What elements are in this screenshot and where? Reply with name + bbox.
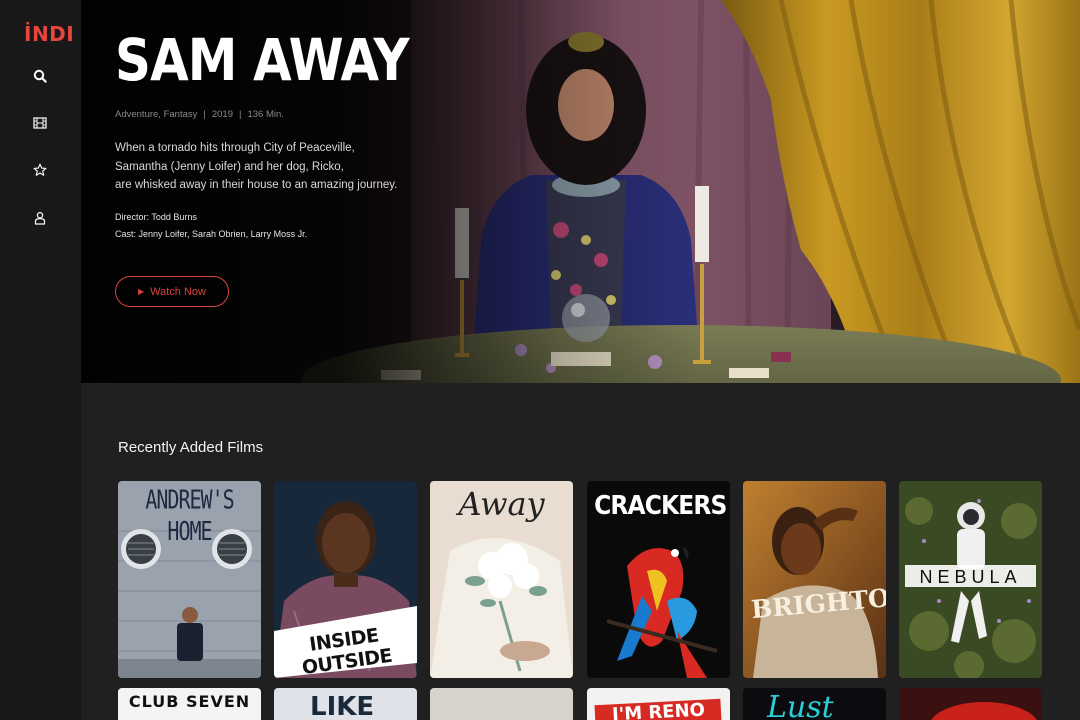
film-card[interactable]: LIKE bbox=[274, 688, 417, 720]
movie-genre: Adventure, Fantasy bbox=[115, 109, 198, 120]
meta-separator: | bbox=[239, 109, 242, 120]
film-card[interactable]: I'M RENO bbox=[587, 688, 730, 720]
film-card[interactable]: Away bbox=[430, 481, 573, 678]
sidebar: İNDI bbox=[0, 0, 81, 720]
film-card[interactable]: BRIGHTON bbox=[743, 481, 886, 678]
app-root: İNDI SAM AWAY Adventure, Fantasy | 2019 … bbox=[0, 0, 1080, 720]
synopsis-line: Samantha (Jenny Loifer) and her dog, Ric… bbox=[115, 160, 344, 173]
film-card[interactable]: INSIDE OUTSIDE bbox=[274, 481, 417, 678]
film-title: Lust bbox=[767, 690, 834, 720]
play-icon: ▶ bbox=[138, 287, 145, 296]
film-card[interactable] bbox=[430, 688, 573, 720]
film-title: NEBULA bbox=[919, 567, 1022, 587]
synopsis-line: When a tornado hits through City of Peac… bbox=[115, 142, 355, 154]
search-icon[interactable] bbox=[30, 66, 50, 86]
film-card[interactable]: CRACKERS bbox=[587, 481, 730, 678]
film-title: LIKE bbox=[310, 692, 375, 720]
synopsis-line: are whisked away in their house to an am… bbox=[115, 179, 398, 191]
film-card[interactable]: CLUB SEVEN bbox=[118, 688, 261, 720]
movie-cast: Cast: Jenny Loifer, Sarah Obrien, Larry … bbox=[115, 229, 308, 239]
film-title: ANDREW'S HOME bbox=[145, 484, 234, 547]
film-icon[interactable] bbox=[30, 113, 50, 133]
watch-now-button[interactable]: ▶ Watch Now bbox=[115, 276, 229, 307]
film-card[interactable]: NEBULA bbox=[899, 481, 1042, 678]
movie-synopsis: When a tornado hits through City of Peac… bbox=[115, 139, 435, 195]
film-title: CLUB SEVEN bbox=[128, 692, 251, 711]
watch-now-label: Watch Now bbox=[150, 285, 206, 298]
film-title: CRACKERS bbox=[594, 491, 727, 521]
meta-separator: | bbox=[203, 109, 206, 120]
film-card[interactable]: ANDREW'S HOME bbox=[118, 481, 261, 678]
film-card[interactable] bbox=[899, 688, 1042, 720]
user-icon[interactable] bbox=[30, 208, 50, 228]
film-title: I'M RENO bbox=[611, 699, 706, 720]
brand-logo[interactable]: İNDI bbox=[24, 22, 74, 46]
hero-banner: SAM AWAY Adventure, Fantasy | 2019 | 136 Min… bbox=[81, 0, 1080, 383]
section-title: Recently Added Films bbox=[118, 439, 264, 456]
movie-meta: Adventure, Fantasy | 2019 | 136 Min. bbox=[115, 109, 284, 120]
film-title: Away bbox=[458, 485, 545, 523]
movie-director: Director: Todd Burns bbox=[115, 212, 197, 222]
star-icon[interactable] bbox=[30, 160, 50, 180]
film-card[interactable]: Lust bbox=[743, 688, 886, 720]
page-title: SAM AWAY bbox=[115, 26, 410, 94]
movie-year: 2019 bbox=[211, 109, 233, 120]
movie-duration: 136 Min. bbox=[247, 109, 284, 120]
